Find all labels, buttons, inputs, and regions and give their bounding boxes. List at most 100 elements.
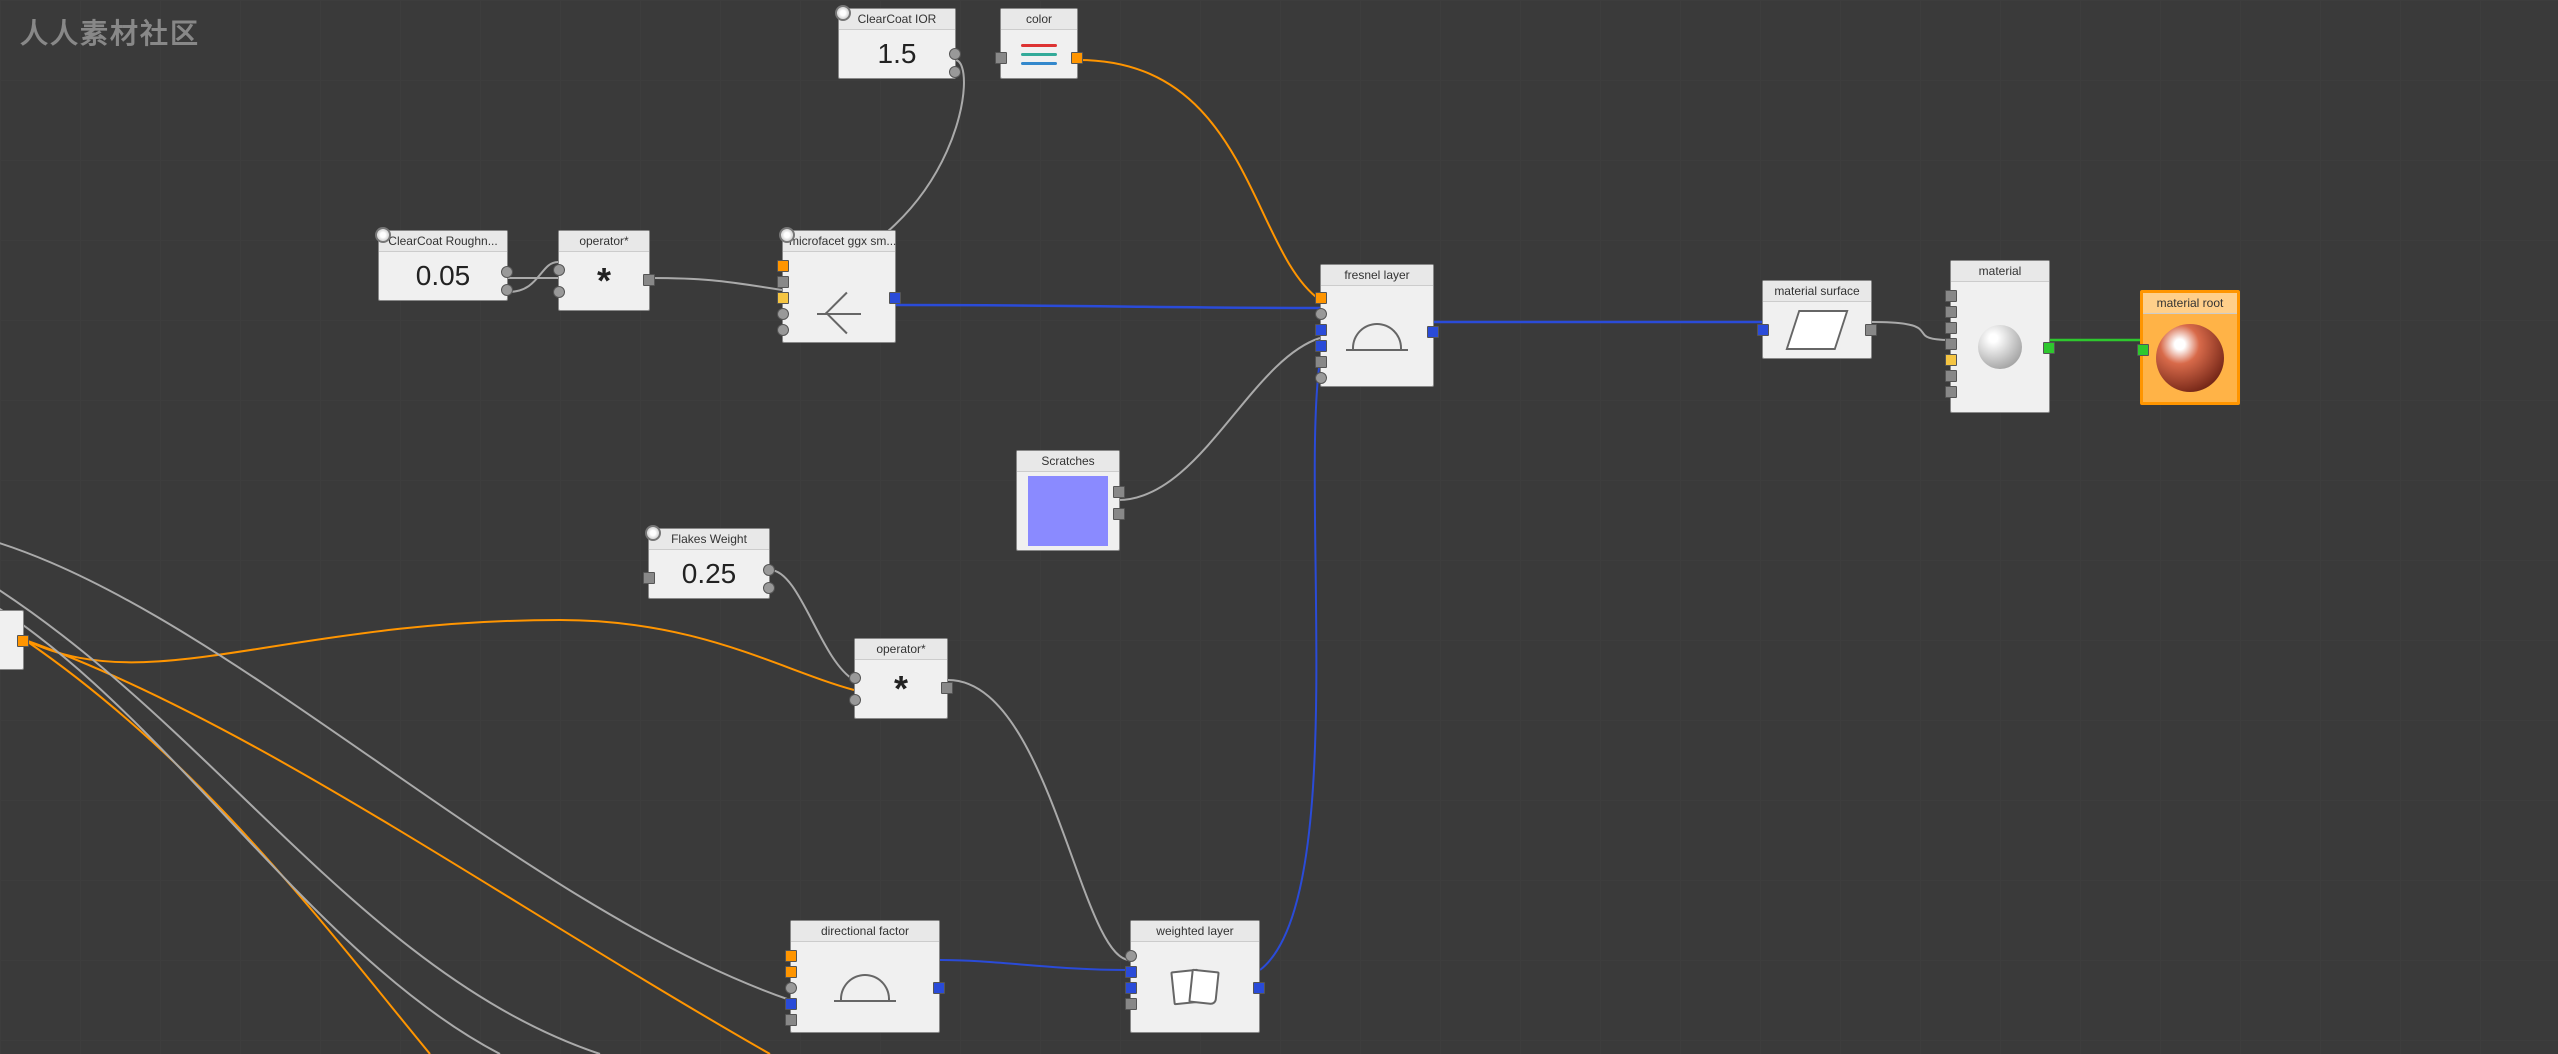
output-port[interactable]: [933, 982, 945, 994]
node-scratches[interactable]: Scratches: [1016, 450, 1120, 551]
output-port[interactable]: [941, 682, 953, 694]
pin-icon: [645, 525, 661, 541]
node-title: material surface: [1763, 281, 1871, 302]
node-title: directional factor: [791, 921, 939, 942]
output-port[interactable]: [1113, 486, 1125, 498]
input-port[interactable]: [1945, 370, 1957, 382]
node-clearcoat-roughness[interactable]: ClearCoat Roughn... 0.05: [378, 230, 508, 301]
input-port[interactable]: [785, 998, 797, 1010]
input-port[interactable]: [777, 292, 789, 304]
rgb-icon: [1021, 44, 1057, 65]
pin-icon: [835, 5, 851, 21]
node-title: material: [1951, 261, 2049, 282]
node-weighted-layer[interactable]: weighted layer: [1130, 920, 1260, 1033]
multiply-icon: *: [894, 668, 908, 710]
node-material-surface[interactable]: material surface: [1762, 280, 1872, 359]
node-title: material root: [2143, 293, 2237, 314]
output-port[interactable]: [643, 274, 655, 286]
node-fresnel-layer[interactable]: fresnel layer: [1320, 264, 1434, 387]
output-port[interactable]: [501, 266, 513, 278]
input-port[interactable]: [1315, 292, 1327, 304]
input-port[interactable]: [1315, 372, 1327, 384]
input-port[interactable]: [785, 966, 797, 978]
input-port[interactable]: [1315, 340, 1327, 352]
node-title: weighted layer: [1131, 921, 1259, 942]
dome-icon: [840, 974, 890, 1000]
node-title: microfacet ggx sm...: [783, 231, 895, 252]
output-port[interactable]: [889, 292, 901, 304]
node-value: 0.25: [682, 558, 737, 590]
input-port[interactable]: [849, 694, 861, 706]
output-port[interactable]: [949, 66, 961, 78]
input-port[interactable]: [1125, 950, 1137, 962]
node-value: 0.05: [416, 260, 471, 292]
input-port[interactable]: [1945, 386, 1957, 398]
input-port[interactable]: [995, 52, 1007, 64]
input-port[interactable]: [553, 264, 565, 276]
input-port[interactable]: [777, 324, 789, 336]
input-port[interactable]: [1125, 998, 1137, 1010]
input-port[interactable]: [785, 982, 797, 994]
input-port[interactable]: [1315, 324, 1327, 336]
pin-icon: [779, 227, 795, 243]
input-port[interactable]: [777, 260, 789, 272]
input-port[interactable]: [849, 672, 861, 684]
node-clearcoat-ior[interactable]: ClearCoat IOR 1.5: [838, 8, 956, 79]
input-port[interactable]: [1315, 356, 1327, 368]
multiply-icon: *: [597, 260, 611, 302]
node-offscreen[interactable]: [0, 610, 24, 670]
node-material-root[interactable]: material root: [2140, 290, 2240, 405]
color-swatch: [1028, 476, 1108, 546]
input-port[interactable]: [1945, 306, 1957, 318]
input-port[interactable]: [777, 308, 789, 320]
node-material[interactable]: material: [1950, 260, 2050, 413]
node-operator-multiply[interactable]: operator* *: [558, 230, 650, 311]
microfacet-icon: [817, 279, 861, 315]
sphere-icon: [1978, 325, 2022, 369]
output-port[interactable]: [501, 284, 513, 296]
node-title: fresnel layer: [1321, 265, 1433, 286]
node-directional-factor[interactable]: directional factor: [790, 920, 940, 1033]
output-port[interactable]: [763, 582, 775, 594]
input-port[interactable]: [1315, 308, 1327, 320]
output-port[interactable]: [1071, 52, 1083, 64]
dome-icon: [1352, 323, 1402, 349]
surface-icon: [1786, 310, 1849, 350]
output-port[interactable]: [1865, 324, 1877, 336]
canvas-grid: [0, 0, 2558, 1054]
pin-icon: [375, 227, 391, 243]
input-port[interactable]: [777, 276, 789, 288]
input-port[interactable]: [643, 572, 655, 584]
layers-icon: [1172, 970, 1218, 1004]
node-title: operator*: [855, 639, 947, 660]
input-port[interactable]: [2137, 344, 2149, 356]
output-port[interactable]: [763, 564, 775, 576]
output-port[interactable]: [1427, 326, 1439, 338]
node-title: operator*: [559, 231, 649, 252]
output-port[interactable]: [1253, 982, 1265, 994]
watermark-text: 人人素材社区: [20, 12, 200, 52]
node-title: Scratches: [1017, 451, 1119, 472]
output-port[interactable]: [949, 48, 961, 60]
input-port[interactable]: [1945, 354, 1957, 366]
output-port[interactable]: [17, 635, 29, 647]
input-port[interactable]: [1945, 290, 1957, 302]
input-port[interactable]: [1757, 324, 1769, 336]
input-port[interactable]: [785, 1014, 797, 1026]
node-value: 1.5: [878, 38, 917, 70]
input-port[interactable]: [785, 950, 797, 962]
input-port[interactable]: [1125, 982, 1137, 994]
input-port[interactable]: [1945, 338, 1957, 350]
input-port[interactable]: [1125, 966, 1137, 978]
input-port[interactable]: [553, 286, 565, 298]
node-title: Flakes Weight: [649, 529, 769, 550]
input-port[interactable]: [1945, 322, 1957, 334]
output-port[interactable]: [1113, 508, 1125, 520]
output-port[interactable]: [2043, 342, 2055, 354]
node-title: color: [1001, 9, 1077, 30]
node-color[interactable]: color: [1000, 8, 1078, 79]
node-flakes-weight[interactable]: Flakes Weight 0.25: [648, 528, 770, 599]
node-microfacet-ggx[interactable]: microfacet ggx sm...: [782, 230, 896, 343]
node-title: ClearCoat IOR: [839, 9, 955, 30]
node-operator-multiply-2[interactable]: operator* *: [854, 638, 948, 719]
